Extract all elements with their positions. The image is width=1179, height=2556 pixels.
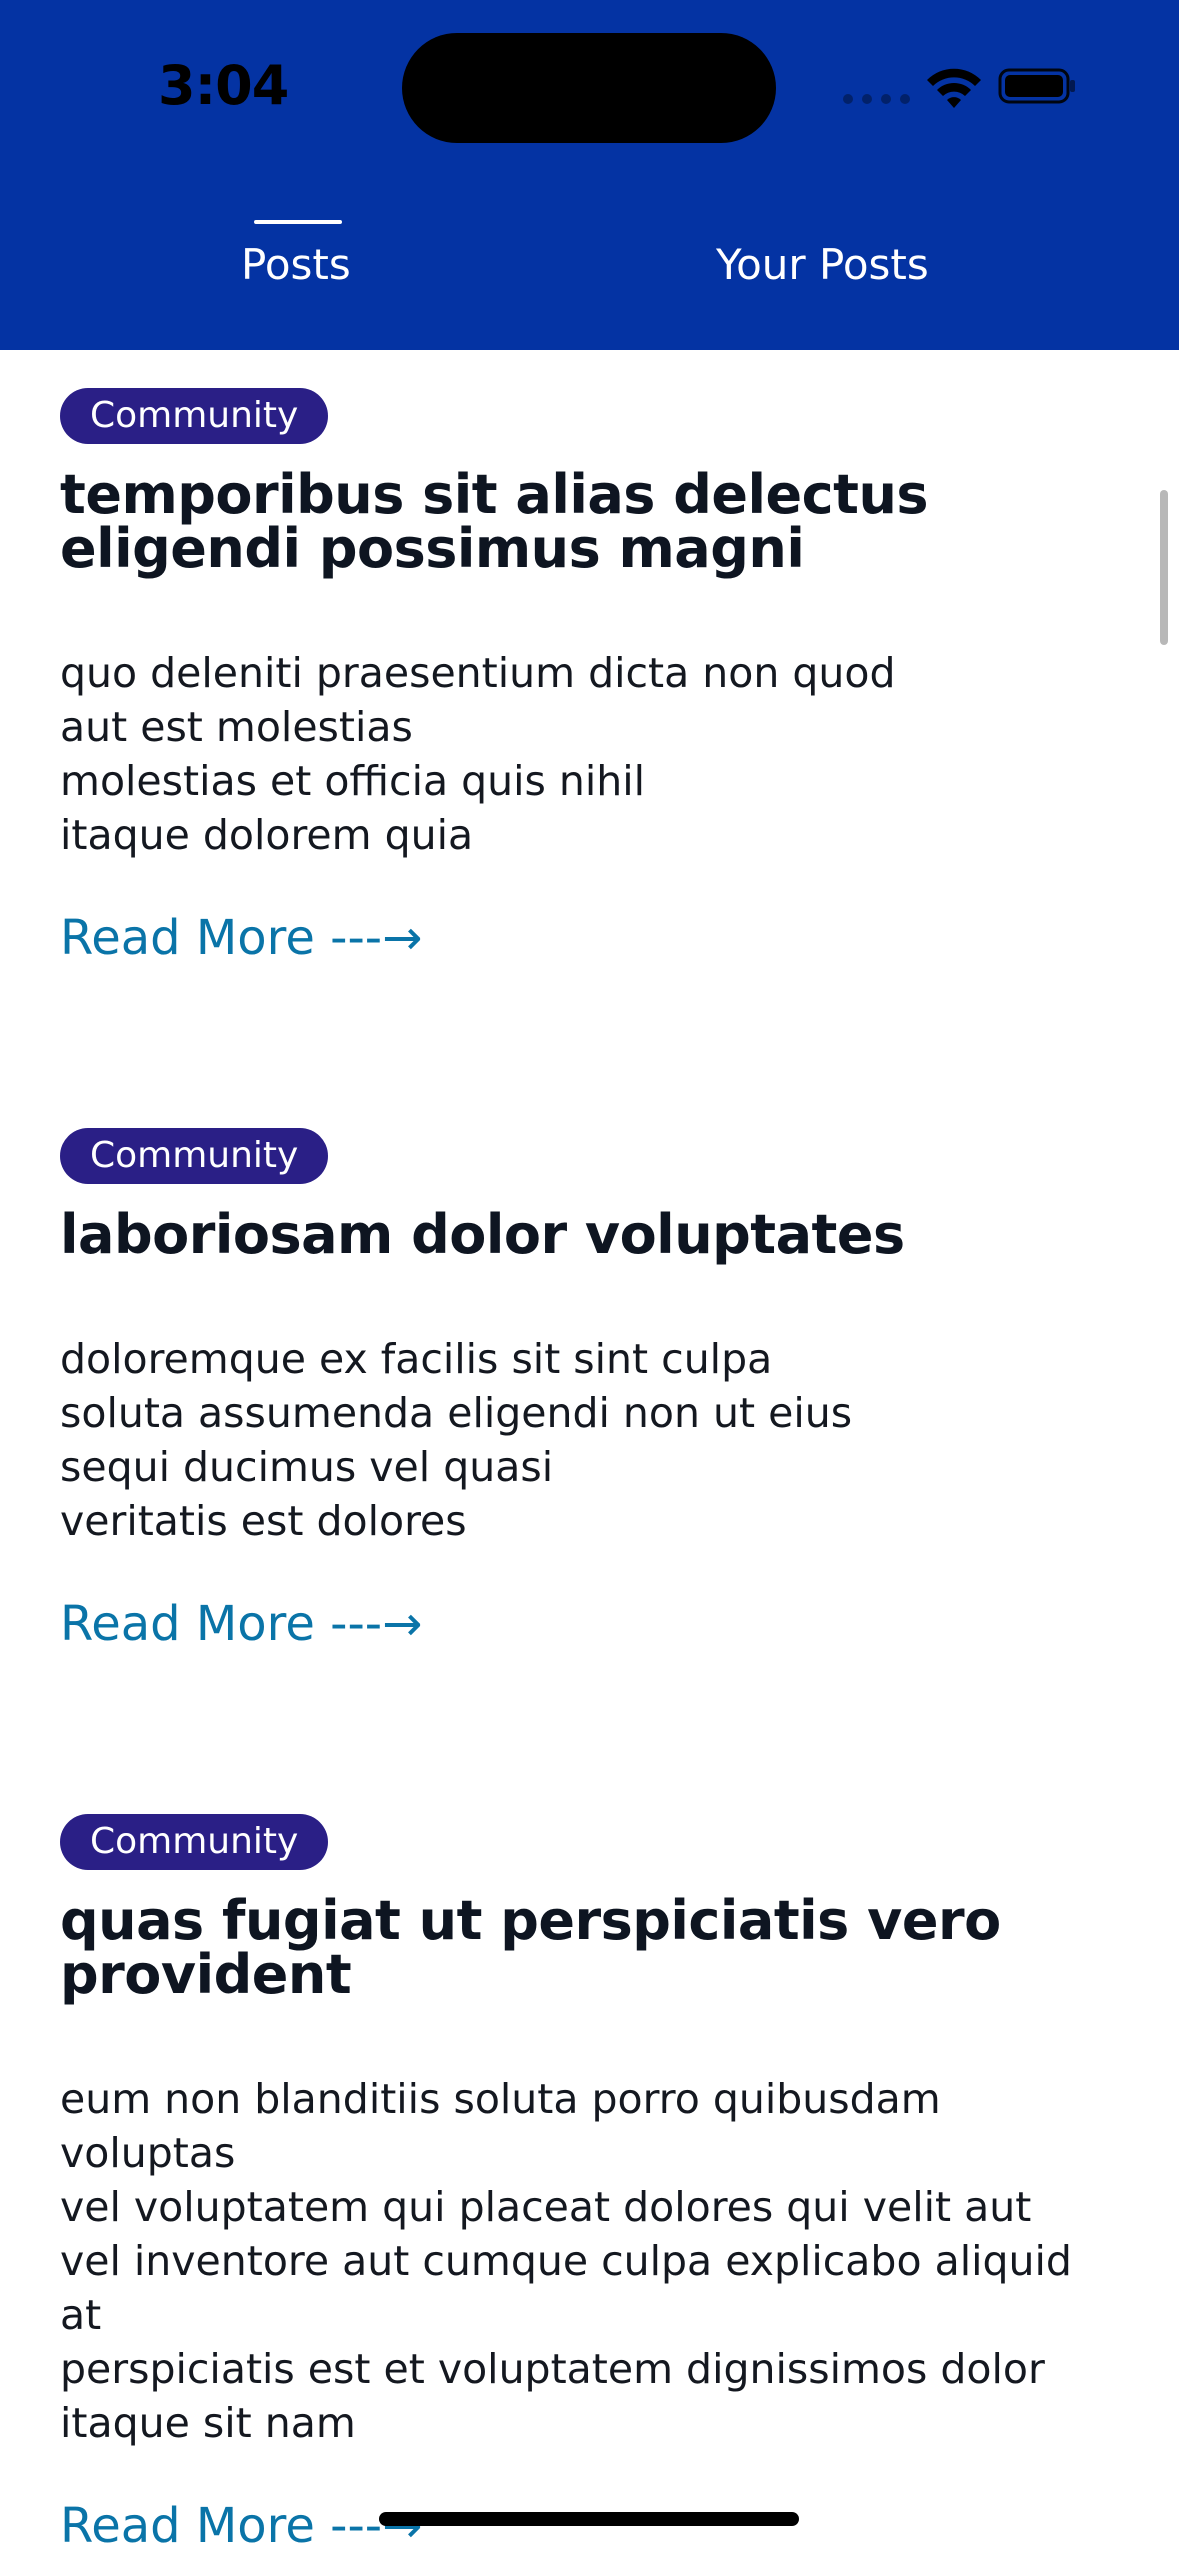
status-icons bbox=[843, 60, 1083, 110]
posts-list[interactable]: Community temporibus sit alias delectus … bbox=[0, 350, 1179, 2556]
scrollbar[interactable] bbox=[1160, 490, 1168, 645]
post-body-line: itaque dolorem quia bbox=[60, 811, 474, 859]
app-screen: 3:04 Posts Your Posts Community temporib… bbox=[0, 0, 1179, 2556]
post-card: Community temporibus sit alias delectus … bbox=[60, 388, 1120, 966]
read-more-link[interactable]: Read More ---→ bbox=[60, 1596, 422, 1652]
category-badge: Community bbox=[60, 1814, 329, 1870]
category-badge: Community bbox=[60, 1128, 329, 1184]
status-time: 3:04 bbox=[158, 54, 289, 117]
category-badge: Community bbox=[60, 388, 329, 444]
post-body-line: vel voluptatem qui placeat dolores qui v… bbox=[60, 2183, 1032, 2231]
battery-icon bbox=[998, 68, 1075, 104]
post-body-line: perspiciatis est et voluptatem dignissim… bbox=[60, 2345, 1045, 2393]
post-title: temporibus sit alias delectus eligendi p… bbox=[60, 463, 929, 580]
post-body-line: eum non blanditiis soluta porro quibusda… bbox=[60, 2075, 941, 2123]
post-card: Community quas fugiat ut perspiciatis ve… bbox=[60, 1814, 1120, 2554]
signal-icon bbox=[843, 94, 910, 104]
tab-posts[interactable]: Posts bbox=[241, 240, 351, 289]
post-body-line: aut est molestias bbox=[60, 703, 413, 751]
post-card: Community laboriosam dolor voluptates do… bbox=[60, 1128, 1120, 1652]
post-body-line: doloremque ex facilis sit sint culpa bbox=[60, 1335, 773, 1383]
post-body-line: itaque sit nam bbox=[60, 2399, 356, 2447]
post-body: doloremque ex facilis sit sint culpa sol… bbox=[60, 1332, 1120, 1548]
dynamic-island bbox=[402, 33, 776, 143]
top-header: 3:04 Posts Your Posts bbox=[0, 0, 1179, 350]
tab-selected-indicator bbox=[254, 220, 342, 224]
post-title: quas fugiat ut perspiciatis vero provide… bbox=[60, 1889, 1001, 2006]
post-body: quo deleniti praesentium dicta non quod … bbox=[60, 646, 1120, 862]
post-body-line: vel inventore aut cumque culpa explicabo… bbox=[60, 2237, 1072, 2285]
post-body-line: voluptas bbox=[60, 2129, 236, 2177]
post-body: eum non blanditiis soluta porro quibusda… bbox=[60, 2072, 1120, 2450]
post-body-line: soluta assumenda eligendi non ut eius bbox=[60, 1389, 853, 1437]
wifi-icon bbox=[927, 68, 981, 108]
tab-bar: Posts Your Posts bbox=[0, 200, 1179, 330]
post-title: laboriosam dolor voluptates bbox=[60, 1203, 905, 1266]
read-more-link[interactable]: Read More ---→ bbox=[60, 910, 422, 966]
post-body-line: quo deleniti praesentium dicta non quod bbox=[60, 649, 896, 697]
read-more-link[interactable]: Read More ---→ bbox=[60, 2498, 422, 2554]
home-indicator[interactable] bbox=[379, 2512, 799, 2526]
post-body-line: sequi ducimus vel quasi bbox=[60, 1443, 554, 1491]
tab-your-posts[interactable]: Your Posts bbox=[716, 240, 929, 289]
post-body-line: veritatis est dolores bbox=[60, 1497, 467, 1545]
post-body-line: at bbox=[60, 2291, 102, 2339]
post-body-line: molestias et officia quis nihil bbox=[60, 757, 646, 805]
